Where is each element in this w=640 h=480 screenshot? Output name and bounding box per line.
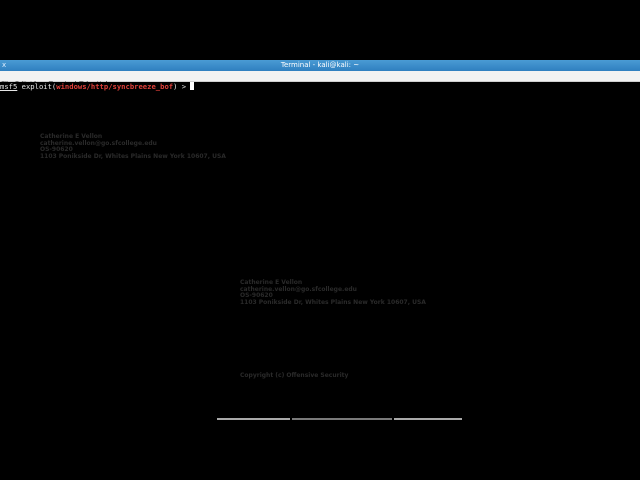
terminal-output[interactable]: msf5 exploit(windows/http/syncbreeze_bof…: [0, 82, 640, 420]
text-cursor: [190, 82, 195, 90]
watermark-address: 1103 Ponikside Dr, Whites Plains New Yor…: [240, 298, 426, 306]
watermark-address: 1103 Ponikside Dr, Whites Plains New Yor…: [40, 152, 226, 160]
title-bar[interactable]: x Terminal - kali@kali: ~: [0, 60, 640, 71]
prompt-line: msf5 exploit(windows/http/syncbreeze_bof…: [0, 82, 195, 92]
watermark-copyright: Copyright (c) Offensive Security: [240, 372, 349, 379]
screen: x Terminal - kali@kali: ~ FileEditViewTe…: [0, 0, 640, 480]
menu-bar: FileEditViewTerminalTabsHelp: [0, 71, 640, 88]
prompt-command: exploit(: [21, 82, 57, 91]
prompt-module: windows/http/syncbreeze_bof: [56, 82, 174, 91]
taskbar-item[interactable]: [217, 418, 290, 420]
watermark-block: Catherine E Vellon catherine.vellon@go.sf…: [40, 133, 226, 160]
taskbar-item[interactable]: [292, 418, 392, 420]
window-title: Terminal - kali@kali: ~: [280, 61, 360, 69]
prompt-prefix: msf5: [0, 82, 18, 91]
watermark-block: Catherine E Vellon catherine.vellon@go.sf…: [240, 279, 426, 306]
taskbar-item[interactable]: [394, 418, 462, 420]
prompt-suffix: ) >: [173, 82, 191, 91]
terminal-window: x Terminal - kali@kali: ~ FileEditViewTe…: [0, 60, 640, 420]
